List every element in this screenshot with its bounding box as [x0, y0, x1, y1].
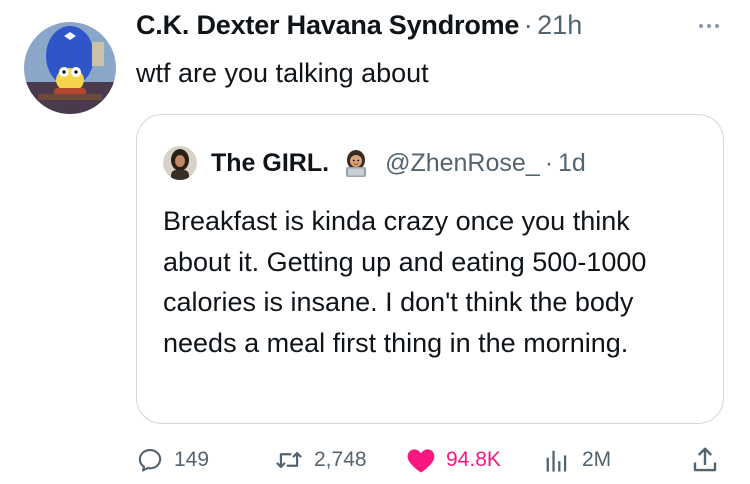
share-button[interactable] [690, 438, 720, 482]
share-icon [693, 447, 717, 472]
quoted-tweet-text: Breakfast is kinda crazy once you think … [163, 206, 647, 358]
quoted-display-name[interactable]: The GIRL. [211, 149, 329, 178]
heart-icon [407, 449, 435, 473]
quoted-timestamp[interactable]: 1d [558, 149, 586, 178]
quoted-avatar[interactable] [163, 146, 197, 180]
timestamp[interactable]: 21h [537, 10, 582, 40]
repost-button[interactable]: 2,748 [274, 438, 367, 482]
reply-count: 149 [174, 448, 210, 471]
views-button[interactable]: 2M [542, 438, 611, 482]
tweet-header: C.K. Dexter Havana Syndrome · 21h [136, 10, 730, 50]
quoted-tweet[interactable]: The GIRL. @ZhenRose_ · 1d Breakfast is k… [136, 114, 724, 424]
analytics-icon [546, 450, 567, 472]
reply-button[interactable]: 149 [136, 438, 209, 482]
action-bar: 149 2,748 94.8K 2M [0, 438, 750, 482]
display-name[interactable]: C.K. Dexter Havana Syndrome [136, 10, 519, 40]
view-count: 2M [582, 448, 612, 471]
like-count: 94.8K [446, 448, 501, 471]
separator-dot: · [523, 10, 533, 40]
cartoon-avatar-icon [24, 22, 116, 114]
person-avatar-icon [163, 146, 197, 180]
woman-technologist-emoji [346, 150, 367, 177]
more-options-icon[interactable] [692, 14, 726, 38]
reply-icon [138, 449, 162, 472]
repost-icon [276, 451, 302, 469]
avatar[interactable] [24, 22, 116, 114]
quoted-tweet-header: The GIRL. @ZhenRose_ · 1d [163, 145, 586, 181]
tweet-text: wtf are you talking about [136, 58, 429, 88]
quoted-separator-dot: · [544, 148, 554, 177]
repost-count: 2,748 [314, 448, 367, 471]
like-button[interactable]: 94.8K [406, 438, 501, 482]
quoted-handle[interactable]: @ZhenRose_ [385, 149, 540, 178]
